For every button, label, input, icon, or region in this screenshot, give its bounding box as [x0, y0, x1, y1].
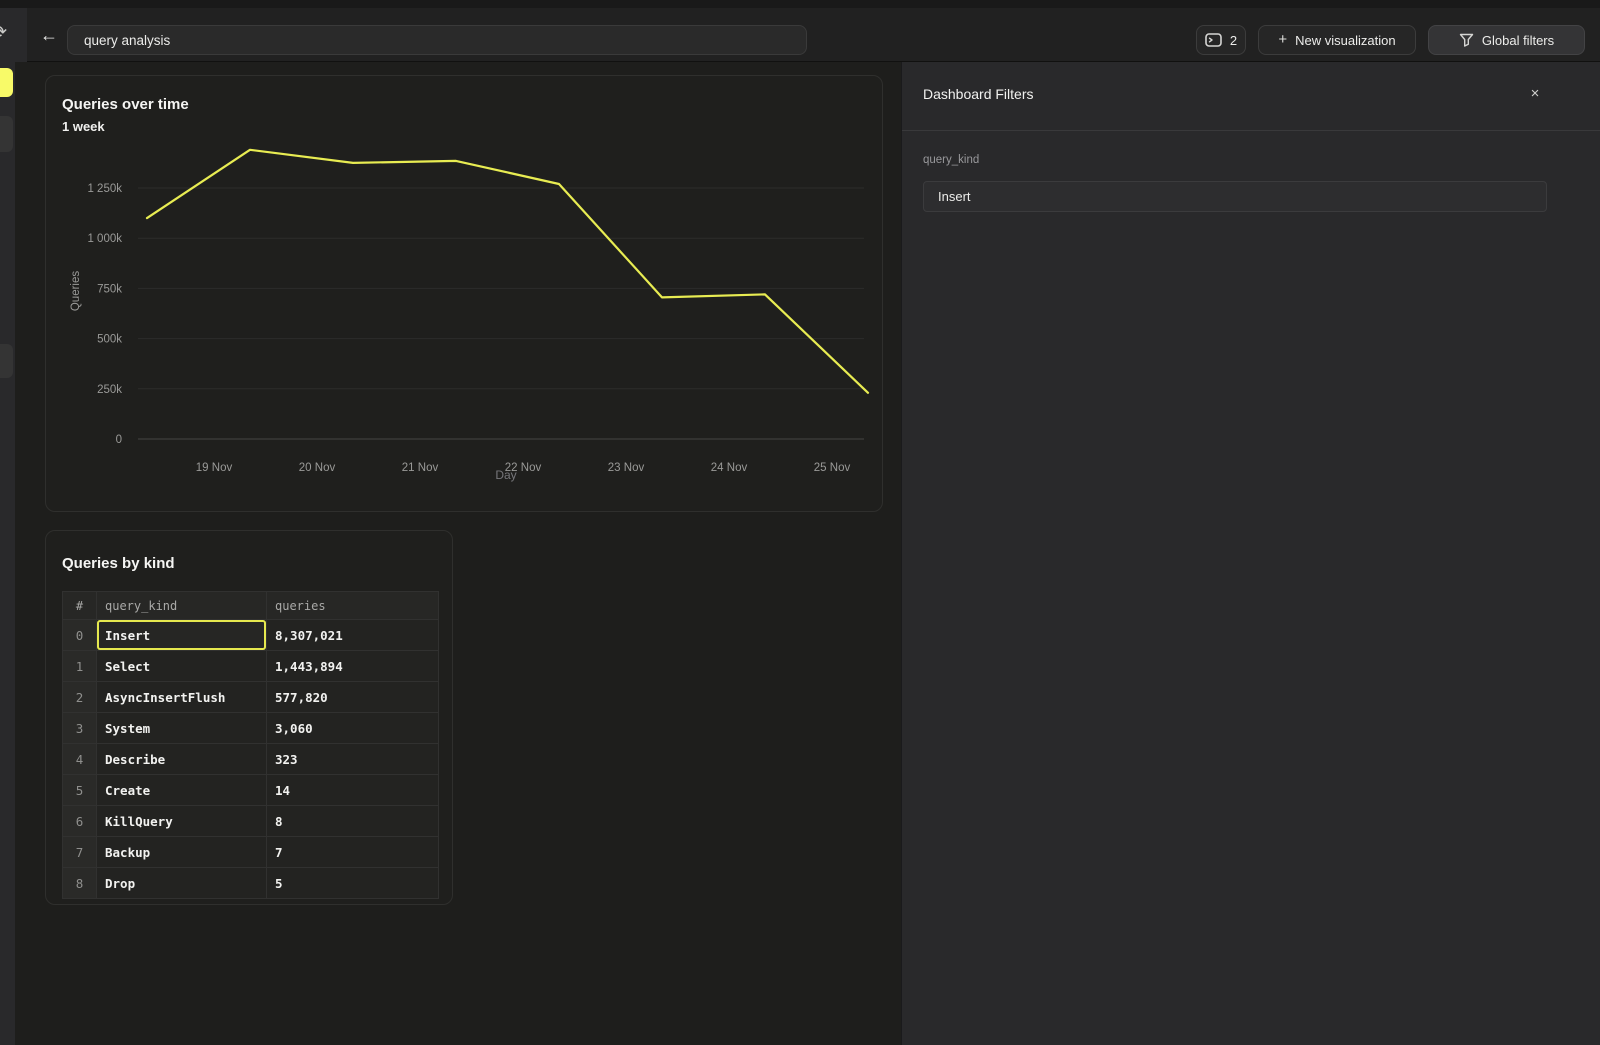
- terminal-icon: [1205, 33, 1222, 47]
- visualization-count: 2: [1230, 33, 1237, 48]
- y-tick-label: 500k: [97, 334, 122, 346]
- y-tick-label: 250k: [97, 384, 122, 396]
- topbar: ⟳ ← 2 + New visualization Global filters: [0, 8, 1600, 62]
- y-tick-label: 750k: [97, 283, 122, 295]
- row-index-cell: 1: [63, 651, 97, 682]
- filter-field-label: query_kind: [923, 154, 979, 166]
- queries-value-cell: 577,820: [267, 682, 439, 713]
- new-visualization-button[interactable]: + New visualization: [1258, 25, 1416, 55]
- left-rail: [0, 62, 15, 1045]
- table-header: #query_kindqueries: [63, 592, 439, 620]
- dashboard-filters-panel: Dashboard Filters × query_kind: [901, 62, 1600, 1045]
- table-row: 3System3,060: [63, 713, 439, 744]
- close-icon[interactable]: ×: [1523, 82, 1547, 106]
- query-kind-cell[interactable]: Insert: [97, 620, 267, 651]
- queries-value-cell: 1,443,894: [267, 651, 439, 682]
- back-button[interactable]: ←: [37, 21, 61, 49]
- y-axis-title: Queries: [70, 271, 82, 312]
- rail-tile[interactable]: [0, 344, 13, 378]
- filters-panel-title: Dashboard Filters: [923, 86, 1034, 102]
- query-kind-cell[interactable]: System: [97, 713, 267, 744]
- queries-value-cell: 14: [267, 775, 439, 806]
- query-kind-cell[interactable]: Describe: [97, 744, 267, 775]
- x-tick-label: 24 Nov: [711, 462, 748, 474]
- table-row: 8Drop5: [63, 868, 439, 899]
- global-filters-label: Global filters: [1482, 33, 1554, 48]
- plus-icon: +: [1278, 31, 1287, 48]
- table-row: 4Describe323: [63, 744, 439, 775]
- row-index-cell: 6: [63, 806, 97, 837]
- row-index-cell: 5: [63, 775, 97, 806]
- column-header-query_kind: query_kind: [97, 592, 267, 620]
- query-kind-cell[interactable]: Create: [97, 775, 267, 806]
- table-row: 7Backup7: [63, 837, 439, 868]
- row-index-cell: 8: [63, 868, 97, 899]
- column-header-queries: queries: [267, 592, 439, 620]
- query-kind-filter-input[interactable]: [923, 181, 1547, 212]
- x-tick-label: 20 Nov: [299, 462, 336, 474]
- topbar-rail-corner: ⟳: [0, 8, 27, 62]
- row-index-cell: 2: [63, 682, 97, 713]
- y-tick-label: 0: [116, 434, 122, 446]
- query-kind-cell[interactable]: KillQuery: [97, 806, 267, 837]
- queries-value-cell: 8,307,021: [267, 620, 439, 651]
- queries-over-time-chart: 0 250k 500k 750k 1 000k 1 250k 19 Nov 20 Nov 21 …: [46, 76, 884, 513]
- query-kind-cell[interactable]: Drop: [97, 868, 267, 899]
- queries-by-kind-table: #query_kindqueries 0Insert8,307,0211Sele…: [62, 591, 439, 899]
- dashboard-app: ⟳ ← 2 + New visualization Global filters: [0, 0, 1600, 1045]
- column-header-index: #: [63, 592, 97, 620]
- main-content: Queries over time 1 week 0250k500k750k1 …: [15, 62, 901, 1045]
- queries-value-cell: 3,060: [267, 713, 439, 744]
- panel-divider: [902, 130, 1600, 131]
- table-row: 0Insert8,307,021: [63, 620, 439, 651]
- row-index-cell: 4: [63, 744, 97, 775]
- dashboard-title-input[interactable]: [67, 25, 807, 55]
- history-icon[interactable]: ⟳: [0, 22, 7, 43]
- row-index-cell: 3: [63, 713, 97, 744]
- window-top-strip: [0, 0, 1600, 8]
- filter-funnel-icon: [1459, 33, 1474, 47]
- queries-by-kind-card: Queries by kind #query_kindqueries 0Inse…: [45, 530, 453, 905]
- x-tick-label: 21 Nov: [402, 462, 439, 474]
- queries-value-cell: 8: [267, 806, 439, 837]
- rail-tile-selected[interactable]: [0, 68, 13, 97]
- row-index-cell: 7: [63, 837, 97, 868]
- y-tick-label: 1 250k: [87, 183, 122, 195]
- table-title: Queries by kind: [62, 555, 175, 572]
- queries-value-cell: 7: [267, 837, 439, 868]
- x-axis-title: Day: [495, 468, 516, 482]
- table-row: 6KillQuery8: [63, 806, 439, 837]
- table-row: 2AsyncInsertFlush577,820: [63, 682, 439, 713]
- y-tick-label: 1 000k: [87, 233, 122, 245]
- x-tick-label: 23 Nov: [608, 462, 645, 474]
- query-kind-cell[interactable]: Backup: [97, 837, 267, 868]
- query-kind-cell[interactable]: Select: [97, 651, 267, 682]
- rail-tile[interactable]: [0, 116, 13, 152]
- table-row: 5Create14: [63, 775, 439, 806]
- query-kind-cell[interactable]: AsyncInsertFlush: [97, 682, 267, 713]
- row-index-cell: 0: [63, 620, 97, 651]
- queries-over-time-card: Queries over time 1 week 0250k500k750k1 …: [45, 75, 883, 512]
- x-tick-label: 25 Nov: [814, 462, 851, 474]
- x-tick-label: 19 Nov: [196, 462, 233, 474]
- new-visualization-label: New visualization: [1295, 33, 1395, 48]
- queries-value-cell: 5: [267, 868, 439, 899]
- visualization-count-button[interactable]: 2: [1196, 25, 1246, 55]
- global-filters-button[interactable]: Global filters: [1428, 25, 1585, 55]
- table-row: 1Select1,443,894: [63, 651, 439, 682]
- chart-line: [147, 150, 868, 393]
- queries-value-cell: 323: [267, 744, 439, 775]
